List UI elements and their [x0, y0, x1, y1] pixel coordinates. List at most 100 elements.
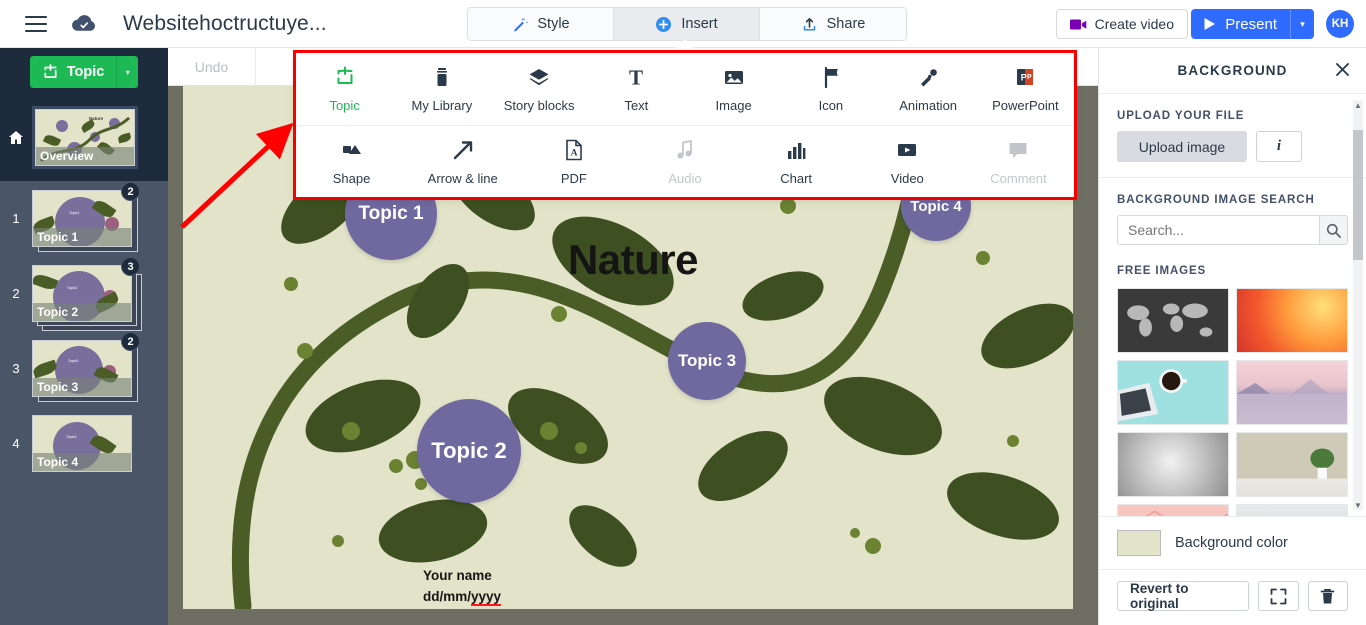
bg-thumbnail-world-map-dark[interactable] [1117, 288, 1229, 353]
powerpoint-icon: PP [1014, 65, 1036, 89]
sidebar-item-overview[interactable]: Nature Overview [0, 96, 168, 181]
insert-item-label: My Library [411, 98, 473, 113]
insert-item-powerpoint[interactable]: PP PowerPoint [977, 53, 1074, 125]
bg-thumbnail-grey-foggy-city[interactable] [1236, 504, 1348, 516]
insert-item-my-library[interactable]: My Library [393, 53, 490, 125]
bar-chart-icon [785, 138, 807, 162]
present-main[interactable]: Present [1191, 9, 1290, 39]
insert-item-animation[interactable]: Animation [880, 53, 977, 125]
insert-item-label: Shape [332, 170, 371, 186]
scroll-down-arrow[interactable]: ▼ [1353, 500, 1363, 510]
info-button[interactable]: i [1256, 131, 1302, 162]
add-topic-label: Topic [66, 64, 105, 80]
insert-item-label: Animation [899, 98, 958, 113]
search-button[interactable] [1319, 215, 1348, 245]
slide-thumbnail[interactable]: Topic2 Topic 2 [32, 265, 132, 322]
background-panel: BACKGROUND UPLOAD YOUR FILE Upload image… [1098, 48, 1366, 625]
thumbnail-wrap: Topic1 Topic 1 2 [32, 182, 140, 252]
sidebar-item-topic-2[interactable]: 2 Topic2 Topic 2 3 [0, 256, 168, 331]
tab-pointer-caret [676, 39, 694, 48]
bg-thumbnail-pink-geometric-lines[interactable] [1117, 504, 1229, 516]
slide-thumbnail[interactable]: Nature Overview [32, 106, 138, 169]
slide-thumbnail[interactable]: Topic1 Topic 1 [32, 190, 132, 247]
insert-panel: Topic My Library Story blocks T Text Ima… [296, 53, 1074, 197]
scroll-up-arrow[interactable]: ▲ [1353, 100, 1363, 110]
create-video-button[interactable]: Create video [1055, 9, 1188, 39]
search-section-label: BACKGROUND IMAGE SEARCH [1117, 194, 1315, 206]
shape-icon [340, 138, 364, 162]
add-topic-caret[interactable]: ▾ [116, 56, 138, 88]
hamburger-icon[interactable] [25, 15, 47, 32]
bg-thumbnail-orange-sunset-gradient[interactable] [1236, 288, 1348, 353]
free-images-grid [1099, 288, 1366, 516]
insert-item-pdf[interactable]: A PDF [518, 126, 629, 197]
upload-image-button[interactable]: Upload image [1117, 131, 1247, 162]
footer-date-prefix: dd/mm/ [423, 588, 472, 604]
document-title[interactable]: Websitehoctructuye... [123, 12, 327, 36]
video-camera-icon [1069, 18, 1087, 31]
search-input[interactable] [1117, 215, 1319, 245]
insert-item-label: Image [715, 98, 752, 113]
cloud-saved-icon[interactable] [71, 14, 97, 33]
slide-badge: 2 [121, 332, 140, 351]
present-dropdown-caret[interactable]: ▾ [1290, 9, 1314, 39]
free-images-label: FREE IMAGES [1117, 265, 1207, 277]
insert-item-icon[interactable]: Icon [782, 53, 879, 125]
bg-thumbnail-pink-mountain-lake[interactable] [1236, 360, 1348, 425]
image-icon [723, 65, 745, 89]
tab-insert-label: Insert [681, 16, 718, 32]
insert-item-video[interactable]: Video [852, 126, 963, 197]
slide-thumbnail[interactable]: Topic3 Topic 3 [32, 340, 132, 397]
tab-style[interactable]: Style [468, 8, 614, 40]
insert-item-arrow-line[interactable]: Arrow & line [407, 126, 518, 197]
thumbnail-wrap: Topic3 Topic 3 2 [32, 332, 140, 402]
topic-bubble-2[interactable]: Topic 2 [417, 399, 521, 503]
insert-item-label: Text [624, 98, 649, 113]
add-topic-icon [42, 63, 59, 81]
canvas-footer-text[interactable]: Your name dd/mm/yyyy [423, 566, 502, 608]
insert-item-story-blocks[interactable]: Story blocks [491, 53, 588, 125]
sidebar-item-topic-4[interactable]: 4 Topic4 Topic 4 [0, 406, 168, 481]
background-panel-body: UPLOAD YOUR FILE Upload image i BACKGROU… [1099, 94, 1366, 516]
bubble-label: Topic 1 [358, 203, 424, 224]
undo-button[interactable]: Undo [168, 48, 256, 86]
delete-button[interactable] [1307, 581, 1348, 611]
avatar[interactable]: KH [1326, 10, 1354, 38]
add-topic-main[interactable]: Topic [30, 56, 117, 88]
upload-row: Upload image i [1099, 131, 1366, 177]
video-play-icon [895, 138, 919, 162]
insert-item-chart[interactable]: Chart [741, 126, 852, 197]
topic-bubble-3[interactable]: Topic 3 [668, 322, 746, 400]
bg-thumbnail-beige-room-plant[interactable] [1236, 432, 1348, 497]
panel-scrollbar[interactable]: ▲ ▼ [1353, 100, 1363, 510]
sidebar-item-topic-3[interactable]: 3 Topic3 Topic 3 2 [0, 331, 168, 406]
bubble-label: Topic 2 [431, 438, 507, 463]
tab-insert[interactable]: Insert [614, 8, 760, 40]
insert-item-text[interactable]: T Text [588, 53, 685, 125]
sidebar-item-topic-1[interactable]: 1 Topic1 Topic 1 2 [0, 181, 168, 256]
insert-item-topic[interactable]: Topic [296, 53, 393, 125]
add-topic-button[interactable]: Topic ▾ [29, 56, 139, 88]
bg-thumbnail-grey-radial-gradient[interactable] [1117, 432, 1229, 497]
footer-date: dd/mm/yyyy [423, 587, 502, 608]
insert-item-image[interactable]: Image [685, 53, 782, 125]
overview-thumb-frame: Nature Overview [32, 106, 138, 169]
revert-to-original-button[interactable]: Revert to original [1117, 581, 1250, 611]
svg-text:P: P [1027, 74, 1032, 81]
insert-item-label: Icon [818, 98, 844, 113]
footer-name: Your name [423, 568, 492, 583]
background-color-swatch[interactable] [1117, 530, 1161, 556]
close-icon[interactable] [1335, 62, 1350, 77]
bubble-label: Topic 3 [677, 351, 737, 370]
slide-thumbnail[interactable]: Topic4 Topic 4 [32, 415, 132, 472]
insert-item-shape[interactable]: Shape [296, 126, 407, 197]
bg-thumbnail-teal-desk-laptop-coffee[interactable] [1117, 360, 1229, 425]
search-row [1099, 215, 1366, 249]
pdf-icon: A [564, 138, 584, 162]
expand-button[interactable] [1258, 581, 1299, 611]
plus-circle-icon [655, 16, 672, 33]
tab-share[interactable]: Share [760, 8, 906, 40]
canvas-title[interactable]: Nature [568, 236, 699, 284]
scrollbar-thumb[interactable] [1353, 130, 1363, 260]
present-button[interactable]: Present ▾ [1191, 9, 1314, 39]
